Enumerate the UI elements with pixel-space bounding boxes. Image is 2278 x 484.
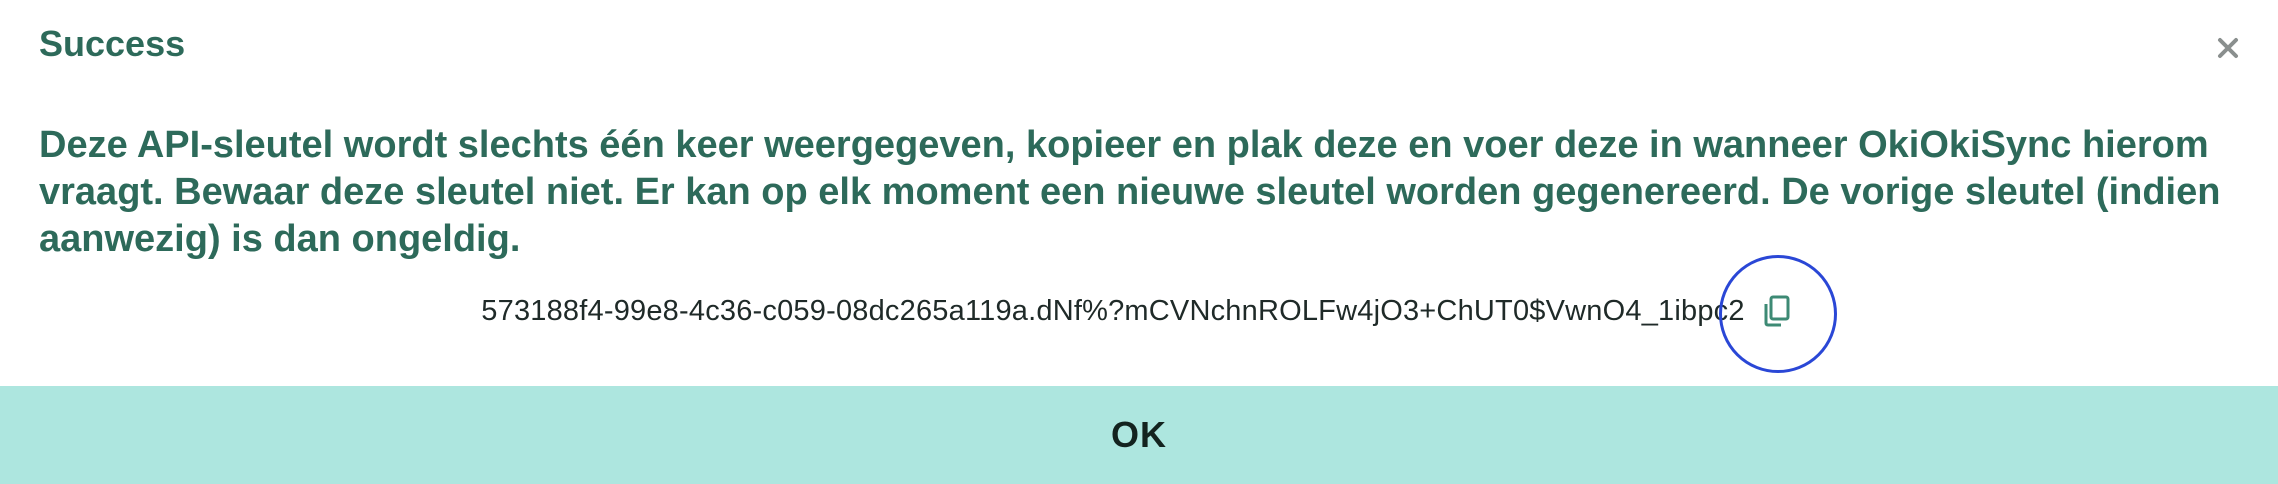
api-key-row: 573188f4-99e8-4c36-c059-08dc265a119a.dNf…: [0, 255, 2278, 373]
dialog-message: Deze API-sleutel wordt slechts één keer …: [39, 124, 2221, 260]
copy-icon: [1764, 295, 1790, 327]
dialog-title: Success: [39, 23, 186, 64]
close-button[interactable]: [2210, 30, 2246, 66]
copy-button[interactable]: [1718, 255, 1837, 373]
ok-button-label: OK: [1111, 414, 1167, 455]
success-dialog: Success Deze API-sleutel wordt slechts é…: [0, 0, 2278, 484]
api-key-text[interactable]: 573188f4-99e8-4c36-c059-08dc265a119a.dNf…: [481, 295, 1744, 328]
ok-button[interactable]: OK: [0, 386, 2278, 484]
close-icon: [2218, 38, 2238, 58]
